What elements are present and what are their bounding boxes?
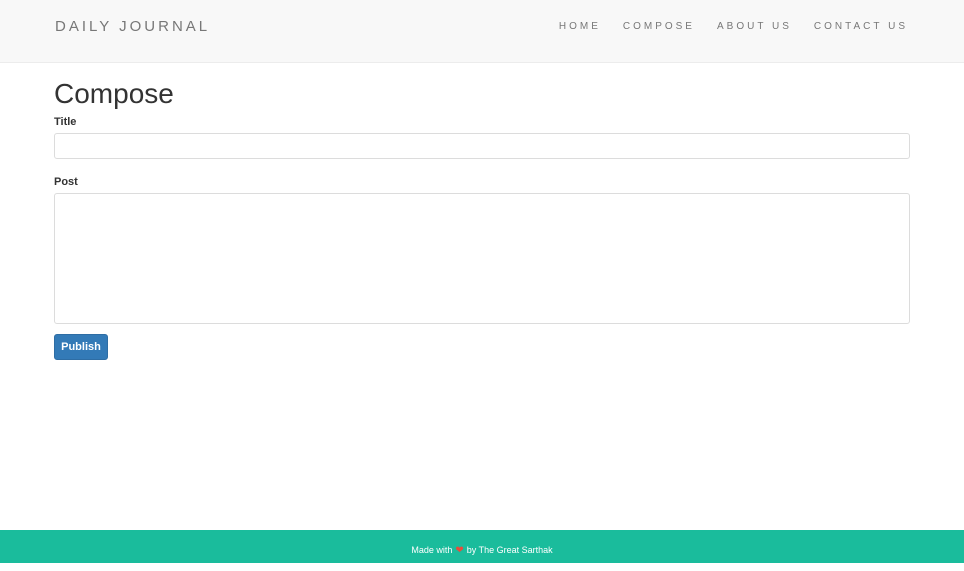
- brand-logo[interactable]: DAILY JOURNAL: [55, 18, 210, 35]
- title-input[interactable]: [54, 133, 910, 159]
- post-label: Post: [54, 176, 78, 188]
- nav-link-home[interactable]: HOME: [559, 21, 601, 32]
- footer: Made with ❤ by The Great Sarthak: [0, 530, 964, 563]
- nav-links: HOME COMPOSE ABOUT US CONTACT US: [537, 21, 908, 32]
- page-title: Compose: [54, 78, 174, 109]
- footer-text-after: by The Great Sarthak: [466, 545, 553, 555]
- heart-icon: ❤: [455, 545, 464, 556]
- post-textarea[interactable]: [54, 193, 910, 324]
- title-label: Title: [54, 116, 77, 128]
- compose-form: Compose Title Post Publish: [54, 64, 910, 360]
- publish-button[interactable]: Publish: [54, 334, 108, 360]
- nav-link-about-us[interactable]: ABOUT US: [717, 21, 792, 32]
- footer-text-before: Made with: [411, 545, 453, 555]
- nav-link-contact-us[interactable]: CONTACT US: [814, 21, 908, 32]
- nav-link-compose[interactable]: COMPOSE: [623, 21, 695, 32]
- navbar: DAILY JOURNAL HOME COMPOSE ABOUT US CONT…: [0, 0, 964, 63]
